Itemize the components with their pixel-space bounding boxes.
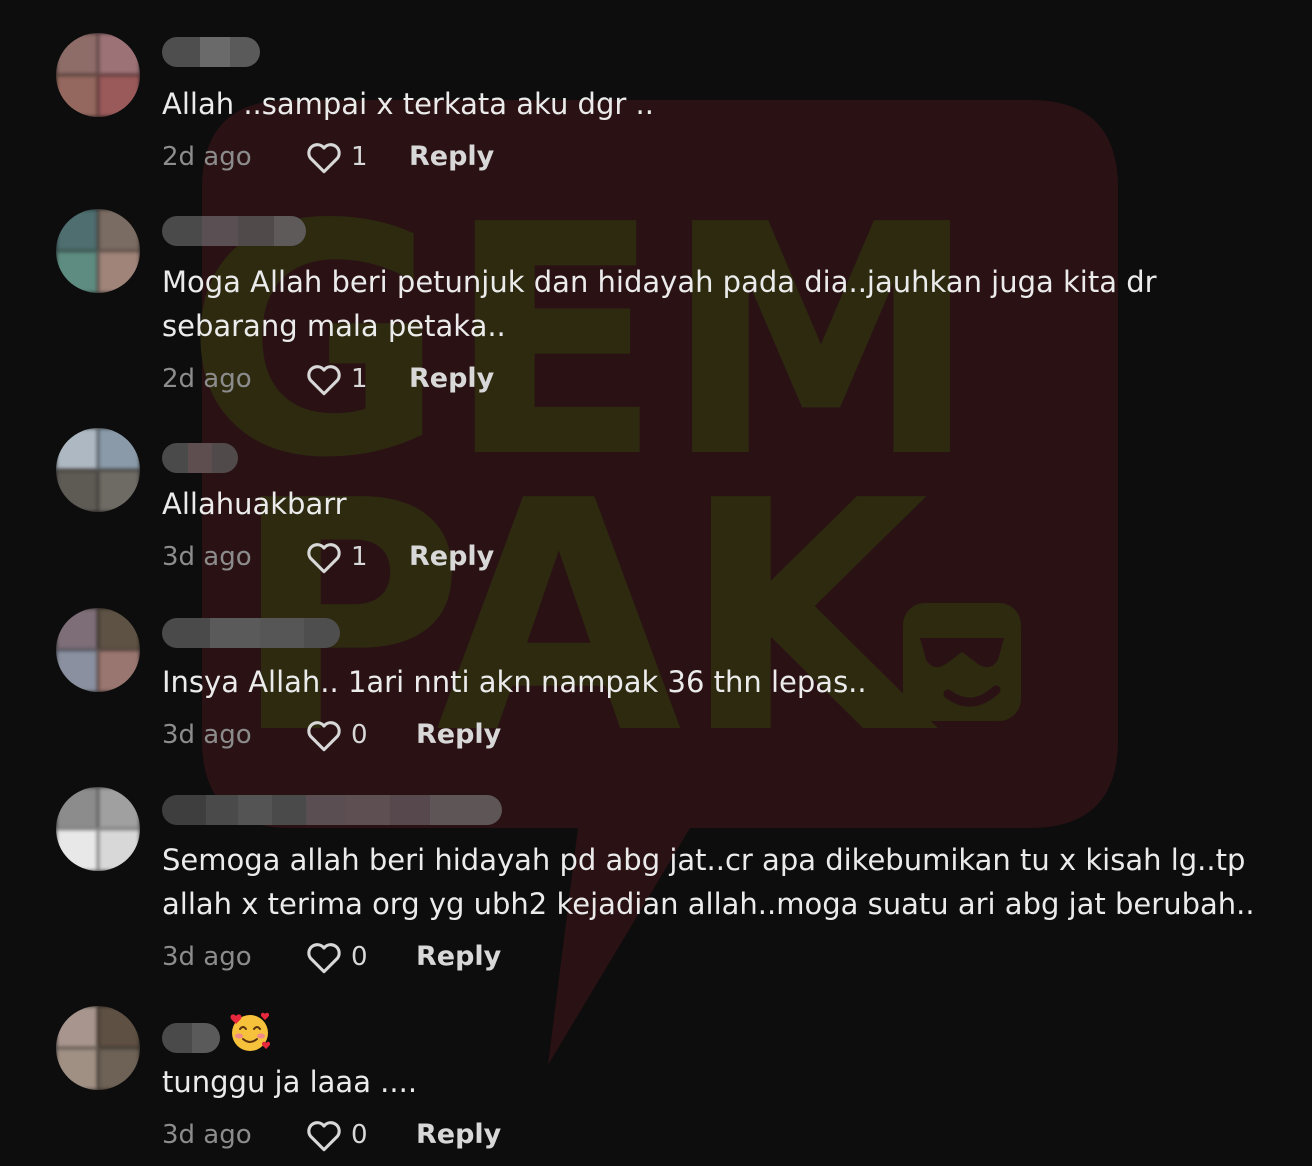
heart-icon (307, 943, 341, 974)
comment-actions: 3d ago 0 Reply (162, 939, 662, 975)
heart-icon (307, 1121, 341, 1152)
like-count: 0 (351, 1120, 368, 1150)
username-blurred[interactable] (162, 37, 260, 67)
comment-actions: 3d ago 0 Reply (162, 1117, 662, 1153)
reply-button[interactable]: Reply (416, 939, 501, 975)
like-button[interactable]: 0 (305, 717, 368, 753)
reply-button[interactable]: Reply (409, 361, 494, 397)
comment-actions: 3d ago 1 Reply (162, 539, 662, 575)
comment-actions: 3d ago 0 Reply (162, 717, 662, 753)
username-blurred[interactable] (162, 618, 340, 648)
like-count: 1 (351, 542, 368, 572)
like-button[interactable]: 0 (305, 939, 368, 975)
heart-icon (307, 721, 341, 752)
comment-text: Semoga allah beri hidayah pd abg jat..cr… (162, 843, 1255, 921)
avatar[interactable] (56, 428, 140, 512)
like-button[interactable]: 1 (305, 139, 368, 175)
like-count: 0 (351, 720, 368, 750)
like-count: 1 (351, 364, 368, 394)
reply-button[interactable]: Reply (409, 139, 494, 175)
comment-text: tunggu ja laaa .... (162, 1065, 418, 1099)
heart-icon (307, 543, 341, 574)
comment-list: Allah ..sampai x terkata aku dgr .. 2d a… (0, 0, 1312, 1166)
like-count: 0 (351, 942, 368, 972)
avatar[interactable] (56, 33, 140, 117)
comment-actions: 2d ago 1 Reply (162, 361, 662, 397)
reply-button[interactable]: Reply (416, 717, 501, 753)
username-blurred[interactable] (162, 1023, 220, 1053)
username-blurred[interactable] (162, 795, 502, 825)
reply-button[interactable]: Reply (409, 539, 494, 575)
heart-icon (307, 143, 341, 174)
comment-timestamp: 3d ago (162, 542, 252, 572)
avatar[interactable] (56, 1006, 140, 1090)
username-blurred[interactable] (162, 443, 238, 473)
avatar[interactable] (56, 209, 140, 293)
comment-timestamp: 2d ago (162, 142, 252, 172)
comment-text: Allahuakbarr (162, 487, 347, 521)
like-count: 1 (351, 142, 368, 172)
avatar[interactable] (56, 787, 140, 871)
reply-button[interactable]: Reply (416, 1117, 501, 1153)
like-button[interactable]: 1 (305, 361, 368, 397)
avatar[interactable] (56, 608, 140, 692)
comment-timestamp: 2d ago (162, 364, 252, 394)
like-button[interactable]: 0 (305, 1117, 368, 1153)
heart-icon (307, 365, 341, 396)
comment-timestamp: 3d ago (162, 1120, 252, 1150)
like-button[interactable]: 1 (305, 539, 368, 575)
comment-timestamp: 3d ago (162, 942, 252, 972)
comment-actions: 2d ago 1 Reply (162, 139, 662, 175)
comment-text: Allah ..sampai x terkata aku dgr .. (162, 87, 654, 121)
smiling-face-with-hearts-icon (230, 1012, 271, 1051)
comment-timestamp: 3d ago (162, 720, 252, 750)
username-blurred[interactable] (162, 216, 306, 246)
comment-text: Insya Allah.. 1ari nnti akn nampak 36 th… (162, 665, 867, 699)
comment-text: Moga Allah beri petunjuk dan hidayah pad… (162, 265, 1157, 343)
